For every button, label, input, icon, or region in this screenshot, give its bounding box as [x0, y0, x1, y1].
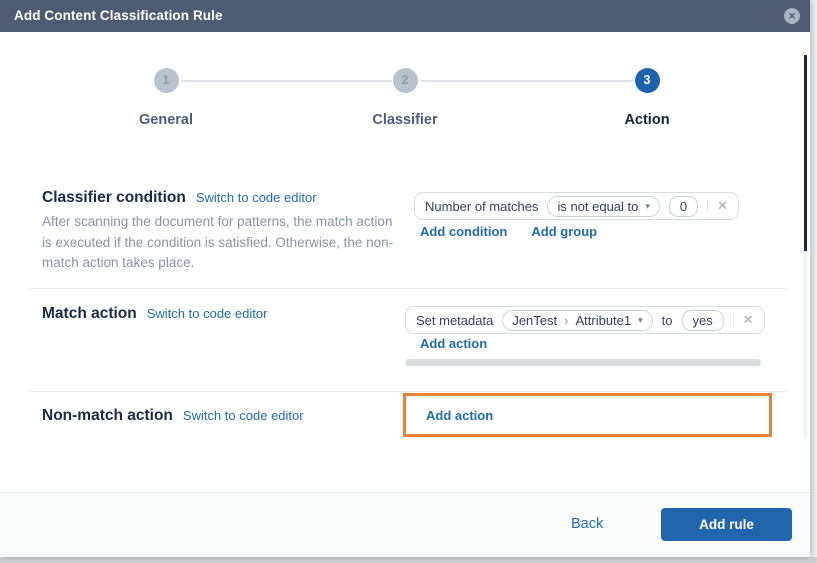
close-button[interactable]: ✕: [784, 8, 800, 24]
step-number-badge: 2: [393, 68, 418, 93]
non-match-add-action-highlight: Add action: [403, 393, 772, 437]
condition-links-row: Add condition Add group: [420, 224, 597, 239]
to-label: to: [662, 313, 673, 328]
chevron-right-icon: ›: [564, 313, 568, 328]
step-label: General: [96, 112, 236, 128]
non-match-action-heading: Non-match action: [42, 407, 173, 425]
match-value-input[interactable]: yes: [682, 310, 724, 331]
add-group-link[interactable]: Add group: [531, 224, 597, 239]
match-switch-to-code-editor-link[interactable]: Switch to code editor: [147, 306, 268, 321]
match-action-scroll-viewport: Set metadata JenTest › Attribute1 ▾ to y…: [405, 306, 772, 336]
match-action-verb: Set metadata: [416, 313, 493, 328]
section-divider: [30, 288, 786, 289]
match-action-heading: Match action: [42, 305, 137, 323]
add-condition-link[interactable]: Add condition: [420, 224, 507, 239]
vertical-scrollbar-thumb[interactable]: [804, 55, 807, 251]
remove-action-icon[interactable]: ✕: [743, 312, 754, 328]
back-button[interactable]: Back: [571, 493, 603, 556]
metadata-field-select[interactable]: JenTest › Attribute1 ▾: [502, 310, 652, 331]
match-action-heading-row: Match action Switch to code editor: [42, 305, 267, 323]
page-bottom-strip: [0, 557, 817, 563]
horizontal-scrollbar[interactable]: [405, 359, 761, 366]
stepper-step-action[interactable]: 3 Action: [577, 68, 717, 128]
step-number-badge: 3: [635, 68, 660, 93]
dialog-header: Add Content Classification Rule ✕: [0, 0, 810, 32]
stepper-step-classifier[interactable]: 2 Classifier: [335, 68, 475, 128]
add-rule-button[interactable]: Add rule: [661, 508, 792, 541]
classifier-condition-heading: Classifier condition: [42, 189, 186, 207]
metadata-attribute: Attribute1: [575, 313, 631, 328]
match-action-row: Set metadata JenTest › Attribute1 ▾ to y…: [405, 306, 765, 334]
stepper-step-general[interactable]: 1 General: [96, 68, 236, 128]
section-divider: [30, 391, 786, 392]
caret-down-icon: ▾: [638, 315, 643, 326]
separator: [707, 199, 708, 213]
condition-operator-value: is not equal to: [557, 199, 638, 214]
match-add-action-link[interactable]: Add action: [420, 336, 487, 351]
dialog-footer: Back Add rule: [0, 492, 810, 557]
condition-value-input[interactable]: 0: [669, 196, 698, 217]
condition-field-label: Number of matches: [425, 199, 538, 214]
remove-condition-icon[interactable]: ✕: [717, 198, 728, 214]
dialog-title: Add Content Classification Rule: [14, 0, 223, 32]
classifier-condition-heading-row: Classifier condition Switch to code edit…: [42, 189, 317, 207]
non-match-switch-to-code-editor-link[interactable]: Switch to code editor: [183, 408, 304, 423]
page-background: Add Content Classification Rule ✕ 1 Gene…: [0, 0, 817, 563]
caret-down-icon: ▾: [645, 201, 650, 212]
dialog-add-content-classification-rule: Add Content Classification Rule ✕ 1 Gene…: [0, 0, 810, 557]
step-label: Classifier: [335, 112, 475, 128]
condition-row: Number of matches is not equal to ▾ 0 ✕: [414, 192, 739, 220]
vertical-scrollbar-track[interactable]: [804, 55, 807, 438]
classifier-switch-to-code-editor-link[interactable]: Switch to code editor: [196, 190, 317, 205]
step-number-badge: 1: [154, 68, 179, 93]
non-match-action-heading-row: Non-match action Switch to code editor: [42, 407, 304, 425]
condition-operator-select[interactable]: is not equal to ▾: [547, 196, 659, 217]
non-match-add-action-link[interactable]: Add action: [426, 408, 493, 423]
close-icon: ✕: [788, 11, 796, 21]
classifier-condition-description: After scanning the document for patterns…: [42, 212, 394, 274]
separator: [733, 313, 734, 327]
metadata-group: JenTest: [512, 313, 557, 328]
step-label: Action: [577, 112, 717, 128]
